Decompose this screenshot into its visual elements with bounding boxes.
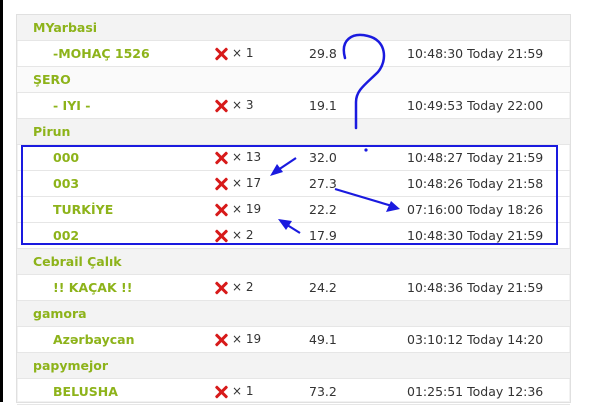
unit-count: × 3 bbox=[213, 93, 254, 118]
village-name[interactable]: -MOHAÇ 1526 bbox=[53, 41, 150, 66]
group-header-sero: ŞERO bbox=[17, 67, 570, 93]
unit-count: × 1 bbox=[213, 379, 254, 404]
group-name: MYarbasi bbox=[33, 20, 98, 35]
x-icon[interactable] bbox=[213, 384, 229, 400]
time-value: 10:49:53 Today 22:00 bbox=[407, 98, 544, 113]
count-label: × 1 bbox=[232, 46, 254, 60]
village-name[interactable]: BELUSHA bbox=[53, 379, 118, 404]
x-icon[interactable] bbox=[213, 332, 229, 348]
time-value: 10:48:36 Today 21:59 bbox=[407, 280, 544, 295]
time-value: 03:10:12 Today 14:20 bbox=[407, 332, 544, 347]
group-name: gamora bbox=[33, 306, 87, 321]
time-value: 10:48:30 Today 21:59 bbox=[407, 46, 544, 61]
score-value: 19.1 bbox=[309, 98, 337, 113]
table-row: Azərbaycan × 19 49.1 03:10:12 Today 14:2… bbox=[17, 327, 570, 353]
village-name[interactable]: Azərbaycan bbox=[53, 327, 134, 352]
x-icon[interactable] bbox=[213, 46, 229, 62]
table-row: !! KAÇAK !! × 2 24.2 10:48:36 Today 21:5… bbox=[17, 275, 570, 301]
group-header-gamora: gamora bbox=[17, 301, 570, 327]
group-name: Cebrail Çalık bbox=[33, 254, 122, 269]
count-label: × 2 bbox=[232, 280, 254, 294]
table-row: -MOHAÇ 1526 × 1 29.8 10:48:30 Today 21:5… bbox=[17, 41, 570, 67]
unit-count: × 2 bbox=[213, 275, 254, 300]
unit-count: × 19 bbox=[213, 327, 261, 352]
group-header-papymejor: papymejor bbox=[17, 353, 570, 379]
time-value: 01:25:51 Today 12:36 bbox=[407, 384, 544, 399]
village-name[interactable]: - IYI - bbox=[53, 93, 90, 118]
group-name: papymejor bbox=[33, 358, 109, 373]
unit-count: × 1 bbox=[213, 41, 254, 66]
score-value: 49.1 bbox=[309, 332, 337, 347]
score-value: 73.2 bbox=[309, 384, 337, 399]
table-row: BELUSHA × 1 73.2 01:25:51 Today 12:36 bbox=[17, 379, 570, 405]
score-value: 29.8 bbox=[309, 46, 337, 61]
group-header-cebrail: Cebrail Çalık bbox=[17, 249, 570, 275]
count-label: × 3 bbox=[232, 98, 254, 112]
count-label: × 19 bbox=[232, 332, 262, 346]
table-row: - IYI - × 3 19.1 10:49:53 Today 22:00 bbox=[17, 93, 570, 119]
group-header-myarbasi: MYarbasi bbox=[17, 15, 570, 41]
x-icon[interactable] bbox=[213, 280, 229, 296]
annotation-highlight-box bbox=[21, 145, 558, 245]
village-name[interactable]: !! KAÇAK !! bbox=[53, 275, 132, 300]
group-name: ŞERO bbox=[33, 72, 71, 87]
group-name: Pirun bbox=[33, 124, 71, 139]
window-edge bbox=[0, 0, 3, 402]
score-value: 24.2 bbox=[309, 280, 337, 295]
x-icon[interactable] bbox=[213, 98, 229, 114]
count-label: × 1 bbox=[232, 384, 254, 398]
group-header-pirun: Pirun bbox=[17, 119, 570, 145]
